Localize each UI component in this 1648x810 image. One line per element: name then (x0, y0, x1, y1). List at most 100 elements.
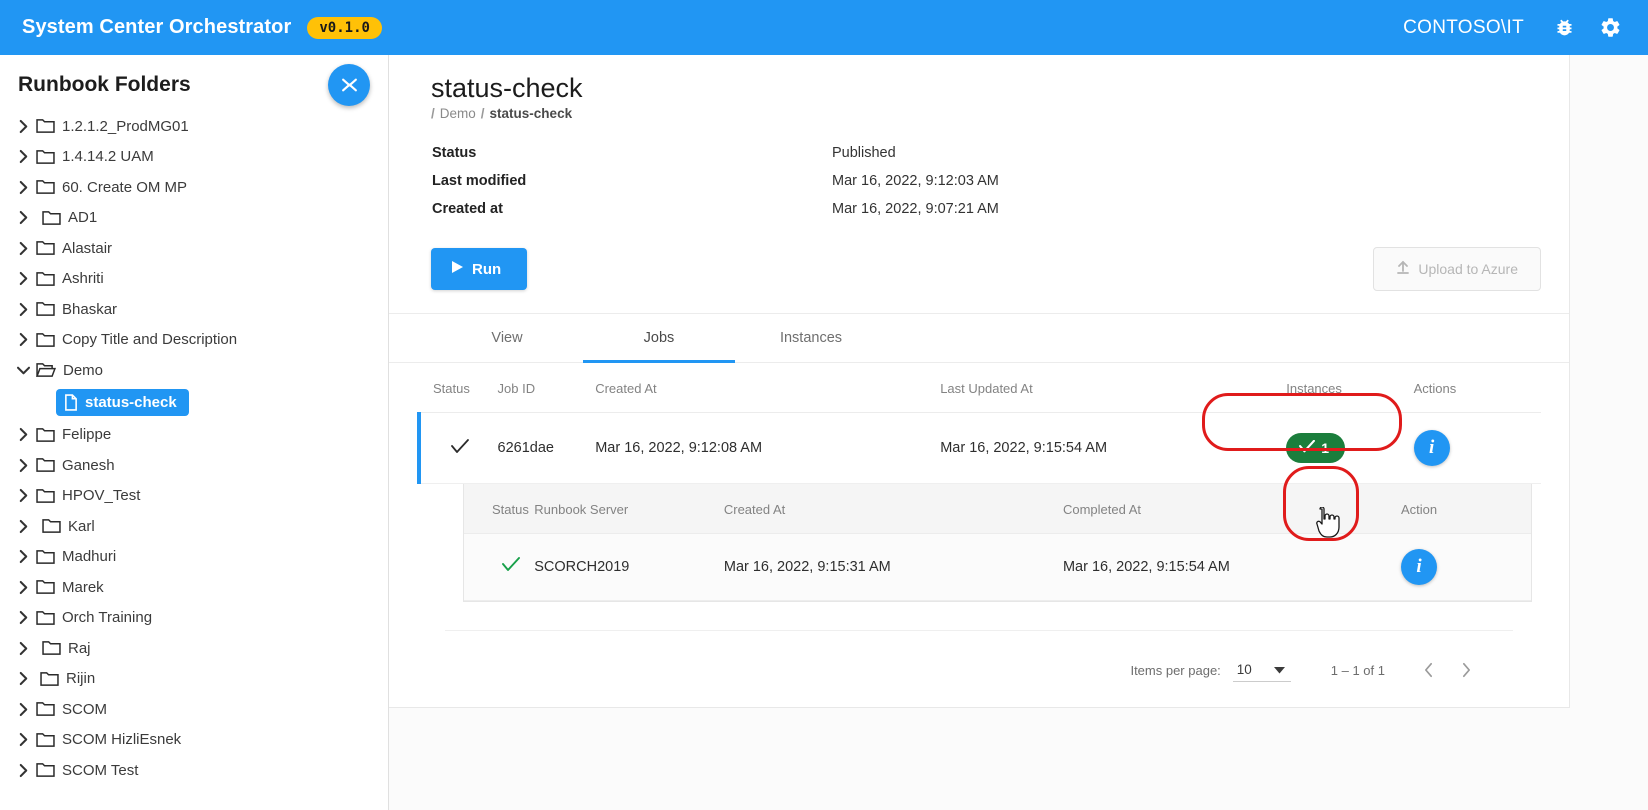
folder-icon (36, 579, 55, 595)
sidebar-item-label: 1.2.1.2_ProdMG01 (62, 118, 189, 135)
jobs-col-job-id: Job ID (498, 363, 596, 413)
chevron-right-icon[interactable] (10, 580, 36, 595)
sidebar-item-ad1[interactable]: AD1 (0, 203, 388, 234)
sidebar-item-karl[interactable]: Karl (0, 511, 388, 542)
folder-icon (42, 210, 61, 226)
sidebar-item-felippe[interactable]: Felippe (0, 420, 388, 451)
jobs-col-last-updated-at: Last Updated At (940, 363, 1286, 413)
tab-jobs[interactable]: Jobs (583, 314, 735, 363)
file-icon (64, 394, 78, 411)
chevron-right-icon[interactable] (10, 519, 36, 534)
sidebar-item-scom[interactable]: SCOM (0, 694, 388, 725)
breadcrumb-parent[interactable]: Demo (440, 106, 476, 121)
jobs-col-instances: Instances (1286, 363, 1413, 413)
sidebar-item-bhaskar[interactable]: Bhaskar (0, 294, 388, 325)
sidebar-runbook-status-check[interactable]: status-check (0, 386, 388, 420)
sidebar-item-alastair[interactable]: Alastair (0, 233, 388, 264)
sidebar-item-ganesh[interactable]: Ganesh (0, 450, 388, 481)
sidebar-item-copy-title-and-description[interactable]: Copy Title and Description (0, 325, 388, 356)
sidebar-item-madhuri[interactable]: Madhuri (0, 542, 388, 573)
instances-col-created-at: Created At (724, 484, 1063, 534)
chevron-right-icon[interactable] (10, 119, 36, 134)
sidebar-item-ashriti[interactable]: Ashriti (0, 264, 388, 295)
chevron-right-icon[interactable] (10, 702, 36, 717)
sidebar-item-scom-test[interactable]: SCOM Test (0, 755, 388, 786)
upload-to-azure-button[interactable]: Upload to Azure (1373, 247, 1541, 291)
chevron-right-icon[interactable] (10, 241, 36, 256)
upload-to-azure-label: Upload to Azure (1418, 261, 1518, 277)
bug-icon[interactable] (1554, 17, 1575, 38)
folder-icon (36, 271, 55, 287)
play-icon (451, 260, 464, 278)
next-page-button[interactable] (1447, 651, 1485, 689)
instances-count-badge[interactable]: 1 (1286, 433, 1345, 463)
instance-runbook-server-cell: SCORCH2019 (534, 534, 724, 601)
action-row: Run Upload to Azure (431, 247, 1541, 313)
meta-value-status: Published (832, 145, 1541, 161)
folder-icon (36, 332, 55, 348)
jobs-table-head: Status Job ID Created At Last Updated At… (419, 363, 1541, 413)
chevron-right-icon[interactable] (10, 180, 36, 195)
chevron-right-icon[interactable] (10, 427, 36, 442)
sidebar-item-label: 60. Create OM MP (62, 179, 187, 196)
selected-runbook-chip[interactable]: status-check (56, 389, 189, 416)
chevron-right-icon[interactable] (10, 271, 36, 286)
chevron-right-icon[interactable] (10, 610, 36, 625)
chevron-right-icon[interactable] (10, 488, 36, 503)
chevron-right-icon[interactable] (10, 671, 36, 686)
collapse-expand-all-button[interactable] (328, 64, 370, 106)
sidebar-item-scom-hizliesnek[interactable]: SCOM HizliEsnek (0, 725, 388, 756)
tab-view[interactable]: View (431, 314, 583, 363)
info-icon[interactable]: i (1414, 430, 1450, 466)
sidebar-item-label: Madhuri (62, 548, 116, 565)
job-instances-cell: 1 (1286, 413, 1413, 484)
chevron-right-icon[interactable] (10, 732, 36, 747)
tab-instances[interactable]: Instances (735, 314, 887, 363)
chevron-right-icon[interactable] (10, 641, 36, 656)
chevron-right-icon[interactable] (10, 458, 36, 473)
previous-page-button[interactable] (1409, 651, 1447, 689)
detail-tabs: View Jobs Instances (389, 313, 1569, 363)
chevron-right-icon[interactable] (10, 210, 36, 225)
items-per-page-select[interactable]: 10 (1233, 659, 1291, 682)
sidebar-item-label: Bhaskar (62, 301, 117, 318)
instance-status-cell (464, 534, 534, 601)
sidebar-item-label: SCOM (62, 701, 107, 718)
folder-icon (36, 301, 55, 317)
instances-col-completed-at: Completed At (1063, 484, 1401, 534)
sidebar-item-raj[interactable]: Raj (0, 633, 388, 664)
table-row[interactable]: 6261dae Mar 16, 2022, 9:12:08 AM Mar 16,… (419, 413, 1541, 484)
chevron-right-icon[interactable] (10, 763, 36, 778)
folder-tree[interactable]: 1.2.1.2_ProdMG01 1.4.14.2 UAM 60. Create… (0, 111, 388, 810)
instances-table: Status Runbook Server Created At Complet… (464, 484, 1531, 601)
sidebar-item-marek[interactable]: Marek (0, 572, 388, 603)
sidebar-item-demo[interactable]: Demo (0, 355, 388, 386)
sidebar-item-1-2-1-2-prodmg01[interactable]: 1.2.1.2_ProdMG01 (0, 111, 388, 142)
sidebar-item-60-create-om-mp[interactable]: 60. Create OM MP (0, 172, 388, 203)
run-button[interactable]: Run (431, 248, 527, 290)
folder-icon (36, 549, 55, 565)
gear-icon[interactable] (1599, 16, 1622, 39)
instance-created-at-cell: Mar 16, 2022, 9:15:31 AM (724, 534, 1063, 601)
folder-icon (36, 610, 55, 626)
sidebar-item-orch-training[interactable]: Orch Training (0, 603, 388, 634)
instances-subtable-wrapper: Status Runbook Server Created At Complet… (463, 484, 1532, 602)
sidebar-item-hpov-test[interactable]: HPOV_Test (0, 481, 388, 512)
info-icon[interactable]: i (1401, 549, 1437, 585)
chevron-right-icon[interactable] (10, 549, 36, 564)
breadcrumb-current: status-check (490, 106, 573, 121)
sidebar-item-label: 1.4.14.2 UAM (62, 148, 154, 165)
instances-col-runbook-server: Runbook Server (534, 484, 724, 534)
chevron-right-icon[interactable] (10, 332, 36, 347)
chevron-down-icon[interactable] (10, 365, 36, 376)
instance-completed-at-cell: Mar 16, 2022, 9:15:54 AM (1063, 534, 1401, 601)
runbook-detail-card: status-check / Demo / status-check Statu… (389, 55, 1570, 708)
chevron-right-icon[interactable] (10, 302, 36, 317)
jobs-table-body: 6261dae Mar 16, 2022, 9:12:08 AM Mar 16,… (419, 413, 1541, 484)
sidebar-item-1-4-14-2-uam[interactable]: 1.4.14.2 UAM (0, 142, 388, 173)
sidebar-item-label: Marek (62, 579, 104, 596)
chevron-right-icon[interactable] (10, 149, 36, 164)
meta-key-last-modified: Last modified (432, 173, 832, 189)
table-row[interactable]: SCORCH2019 Mar 16, 2022, 9:15:31 AM Mar … (464, 534, 1531, 601)
sidebar-item-rijin[interactable]: Rijin (0, 664, 388, 695)
